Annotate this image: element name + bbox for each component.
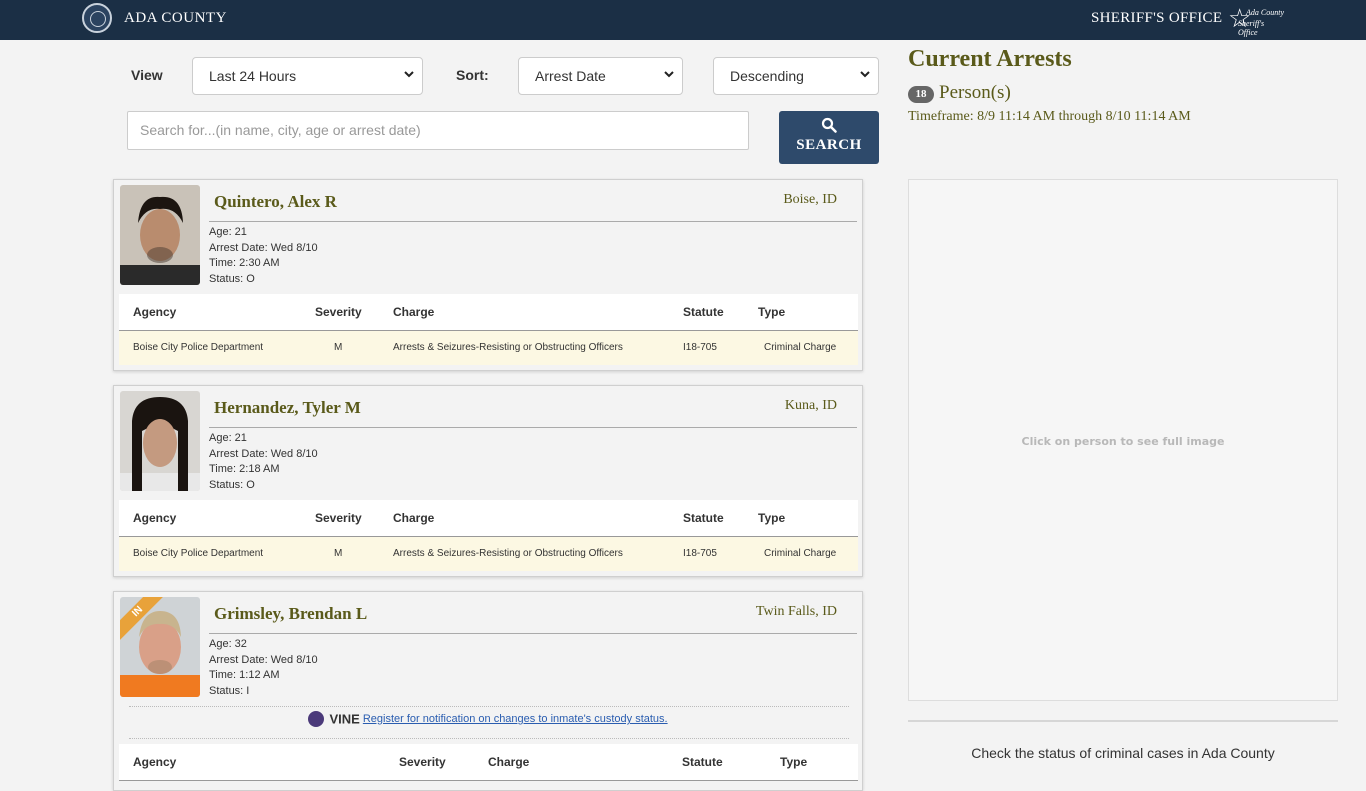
cell-severity: M [334,342,343,353]
person-details: Age: 21 Arrest Date: Wed 8/10 Time: 2:18… [209,431,318,493]
sort-order-value: Descending [730,68,804,84]
persons-label: Person(s) [939,82,1011,103]
name-divider [209,427,857,428]
sheriff-office-title[interactable]: SHERIFF'S OFFICE [1091,10,1222,27]
person-arrest-time: Time: 2:30 AM [209,257,280,269]
col-statute: Statute [683,305,724,319]
preview-message: Click on person to see full image [1021,435,1225,448]
name-divider [209,633,857,634]
current-arrests-title: Current Arrests [908,46,1072,72]
person-arrest-date: Arrest Date: Wed 8/10 [209,653,318,666]
sheriff-star-logo-icon[interactable]: ☆ Ada County Sheriff's Office [1228,3,1284,37]
vine-register-link[interactable]: Register for notification on changes to … [363,713,668,725]
chevron-down-icon [404,71,414,78]
col-type: Type [758,305,786,319]
col-statute: Statute [682,755,723,769]
mugshot-photo[interactable] [120,185,200,285]
col-charge: Charge [393,305,435,319]
cell-statute: I18-705 [683,548,717,559]
person-city: Boise, ID [783,192,837,207]
sort-label: Sort: [456,67,489,83]
col-charge: Charge [488,755,530,769]
sort-field-select[interactable]: Arrest Date [518,57,683,95]
sidebar-divider [908,720,1338,722]
arrest-card[interactable]: Hernandez, Tyler M Kuna, ID Age: 21 Arre… [113,385,863,577]
person-city: Twin Falls, ID [755,604,837,619]
chevron-down-icon [860,71,870,78]
search-icon [821,117,837,133]
table-row: Boise City Police Department M Arrests &… [119,537,858,571]
person-name[interactable]: Quintero, Alex R [214,192,337,212]
name-divider [209,221,857,222]
col-agency: Agency [133,305,177,319]
cell-agency: Boise City Police Department [133,548,264,559]
charges-table: Agency Severity Charge Statute Type Bois… [119,294,858,365]
person-arrest-time: Time: 1:12 AM [209,669,280,681]
person-arrest-time: Time: 2:18 AM [209,463,280,475]
person-arrest-date: Arrest Date: Wed 8/10 [209,447,318,460]
search-input[interactable]: Search for...(in name, city, age or arre… [127,111,749,150]
cell-type: Criminal Charge [764,342,837,353]
person-city: Kuna, ID [784,398,837,413]
vine-divider-bottom [129,738,849,739]
col-type: Type [780,755,808,769]
arrest-card[interactable]: Quintero, Alex R Boise, ID Age: 21 Arres… [113,179,863,371]
cell-charge: Arrests & Seizures-Resisting or Obstruct… [393,342,623,353]
person-details: Age: 21 Arrest Date: Wed 8/10 Time: 2:30… [209,225,318,287]
county-seal-icon[interactable] [82,3,112,33]
logo-line-1: Ada County [1246,8,1284,17]
logo-line-2: Sheriff's Office [1238,19,1265,37]
col-type: Type [758,511,786,525]
vine-logo-icon [308,711,325,727]
person-name[interactable]: Grimsley, Brendan L [214,604,367,624]
case-status-link[interactable]: Check the status of criminal cases in Ad… [908,745,1338,761]
search-button-label: SEARCH [796,137,862,153]
vine-divider-top [129,706,849,707]
person-arrest-date: Arrest Date: Wed 8/10 [209,241,318,254]
view-select[interactable]: Last 24 Hours [192,57,423,95]
cell-severity: M [334,548,343,559]
table-row: Boise City Police Department M Arrests &… [119,331,858,365]
col-severity: Severity [399,755,446,769]
person-age: Age: 32 [209,638,247,650]
col-charge: Charge [393,511,435,525]
cell-agency: Boise City Police Department [133,342,264,353]
person-details: Age: 32 Arrest Date: Wed 8/10 Time: 1:12… [209,637,318,699]
persons-count-badge: 18 [908,86,934,103]
county-title[interactable]: ADA COUNTY [124,10,227,27]
arrest-card[interactable]: IN Grimsley, Brendan L Twin Falls, ID Ag… [113,591,863,791]
mugshot-photo[interactable] [120,391,200,491]
col-severity: Severity [315,511,362,525]
top-navbar: ADA COUNTY SHERIFF'S OFFICE ☆ Ada County… [0,0,1366,40]
sort-field-value: Arrest Date [535,68,606,84]
person-status: Status: O [209,478,255,491]
vine-notification: VINE Register for notification on change… [114,711,862,727]
cell-charge: Arrests & Seizures-Resisting or Obstruct… [393,548,623,559]
charges-table: Agency Severity Charge Statute Type [119,744,858,781]
chevron-down-icon [664,71,674,78]
person-status: Status: O [209,272,255,285]
person-age: Age: 21 [209,226,247,238]
cell-type: Criminal Charge [764,548,837,559]
person-age: Age: 21 [209,432,247,444]
col-agency: Agency [133,511,177,525]
charges-table-header: Agency Severity Charge Statute Type [119,744,858,781]
person-status: Status: I [209,684,250,697]
vine-wordmark: VINE [329,711,360,727]
view-label: View [131,67,163,83]
charges-table: Agency Severity Charge Statute Type Bois… [119,500,858,571]
timeframe-text: Timeframe: 8/9 11:14 AM through 8/10 11:… [908,109,1191,124]
person-name[interactable]: Hernandez, Tyler M [214,398,361,418]
view-select-value: Last 24 Hours [209,68,297,84]
search-button[interactable]: SEARCH [779,111,879,164]
mugshot-photo[interactable]: IN [120,597,200,697]
full-image-preview: Click on person to see full image [908,179,1338,701]
sort-order-select[interactable]: Descending [713,57,879,95]
col-severity: Severity [315,305,362,319]
charges-table-header: Agency Severity Charge Statute Type [119,294,858,331]
charges-table-header: Agency Severity Charge Statute Type [119,500,858,537]
col-agency: Agency [133,755,177,769]
cell-statute: I18-705 [683,342,717,353]
col-statute: Statute [683,511,724,525]
